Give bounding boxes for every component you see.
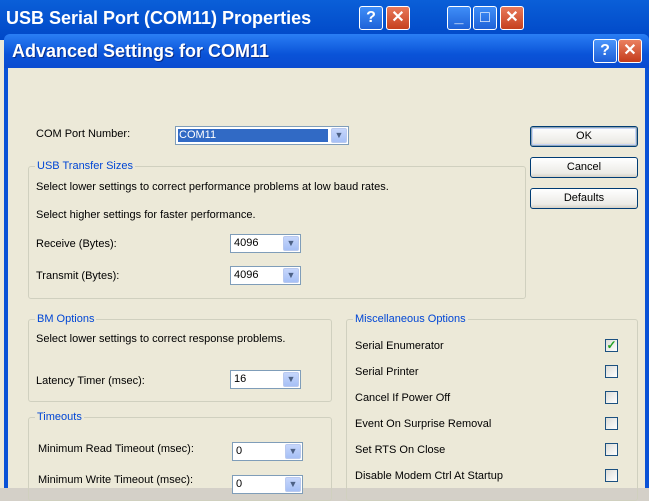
- help-icon[interactable]: ?: [593, 39, 617, 63]
- read-timeout-label: Minimum Read Timeout (msec):: [38, 443, 194, 455]
- disable-modem-ctrl-checkbox[interactable]: [605, 469, 618, 482]
- com-port-value: COM11: [178, 129, 328, 142]
- chevron-down-icon[interactable]: ▼: [283, 268, 299, 283]
- misc-options-title: Miscellaneous Options: [353, 313, 468, 325]
- receive-select[interactable]: 4096 ▼: [230, 234, 301, 253]
- cancel-if-power-off-checkbox[interactable]: [605, 391, 618, 404]
- usb-transfer-hint2: Select higher settings for faster perfor…: [36, 209, 256, 221]
- write-timeout-select[interactable]: 0 ▼: [232, 475, 303, 494]
- read-timeout-select[interactable]: 0 ▼: [232, 442, 303, 461]
- com-port-select[interactable]: COM11 ▼: [175, 126, 349, 145]
- timeouts-title: Timeouts: [35, 411, 84, 423]
- event-on-surprise-removal-checkbox[interactable]: [605, 417, 618, 430]
- chevron-down-icon[interactable]: ▼: [285, 477, 301, 492]
- serial-enumerator-checkbox[interactable]: ✓: [605, 339, 618, 352]
- set-rts-on-close-checkbox[interactable]: [605, 443, 618, 456]
- misc-option-label: Serial Printer: [355, 366, 419, 378]
- misc-option-label: Disable Modem Ctrl At Startup: [355, 470, 503, 482]
- bm-options-hint: Select lower settings to correct respons…: [36, 333, 286, 345]
- chevron-down-icon[interactable]: ▼: [331, 128, 347, 143]
- misc-option-label: Set RTS On Close: [355, 444, 446, 456]
- bm-options-group: [28, 319, 332, 402]
- latency-select[interactable]: 16 ▼: [230, 370, 301, 389]
- close-icon[interactable]: ✕: [618, 39, 642, 63]
- misc-option-label: Event On Surprise Removal: [355, 418, 492, 430]
- chevron-down-icon[interactable]: ▼: [283, 372, 299, 387]
- close-icon[interactable]: ✕: [500, 6, 524, 30]
- transmit-label: Transmit (Bytes):: [36, 270, 120, 282]
- dialog-titlebar[interactable]: Advanced Settings for COM11 ? ✕: [4, 34, 649, 68]
- read-timeout-value: 0: [236, 445, 243, 457]
- com-port-label: COM Port Number:: [36, 128, 131, 140]
- usb-transfer-hint1: Select lower settings to correct perform…: [36, 181, 389, 193]
- misc-option-label: Serial Enumerator: [355, 340, 444, 352]
- defaults-button[interactable]: Defaults: [530, 188, 638, 209]
- help-icon[interactable]: ?: [359, 6, 383, 30]
- latency-value: 16: [234, 373, 247, 385]
- latency-label: Latency Timer (msec):: [36, 375, 145, 387]
- checkmark-icon: ✓: [606, 338, 617, 352]
- dialog-body: COM Port Number: COM11 ▼ USB Transfer Si…: [8, 68, 645, 501]
- advanced-settings-dialog: Advanced Settings for COM11 ? ✕ COM Port…: [4, 34, 649, 501]
- write-timeout-value: 0: [236, 478, 243, 490]
- chevron-down-icon[interactable]: ▼: [285, 444, 301, 459]
- usb-transfer-title: USB Transfer Sizes: [35, 160, 135, 172]
- write-timeout-label: Minimum Write Timeout (msec):: [38, 474, 194, 486]
- misc-option-label: Cancel If Power Off: [355, 392, 451, 404]
- cancel-button[interactable]: Cancel: [530, 157, 638, 178]
- close-icon[interactable]: ✕: [386, 6, 410, 30]
- minimize-icon[interactable]: _: [447, 6, 471, 30]
- serial-printer-checkbox[interactable]: [605, 365, 618, 378]
- dialog-title: Advanced Settings for COM11: [12, 41, 270, 61]
- maximize-icon[interactable]: □: [473, 6, 497, 30]
- transmit-value: 4096: [234, 269, 259, 281]
- ok-button[interactable]: OK: [530, 126, 638, 147]
- chevron-down-icon[interactable]: ▼: [283, 236, 299, 251]
- background-window-title: USB Serial Port (COM11) Properties: [6, 8, 312, 28]
- bm-options-title: BM Options: [35, 313, 97, 325]
- receive-value: 4096: [234, 237, 259, 249]
- receive-label: Receive (Bytes):: [36, 238, 117, 250]
- transmit-select[interactable]: 4096 ▼: [230, 266, 301, 285]
